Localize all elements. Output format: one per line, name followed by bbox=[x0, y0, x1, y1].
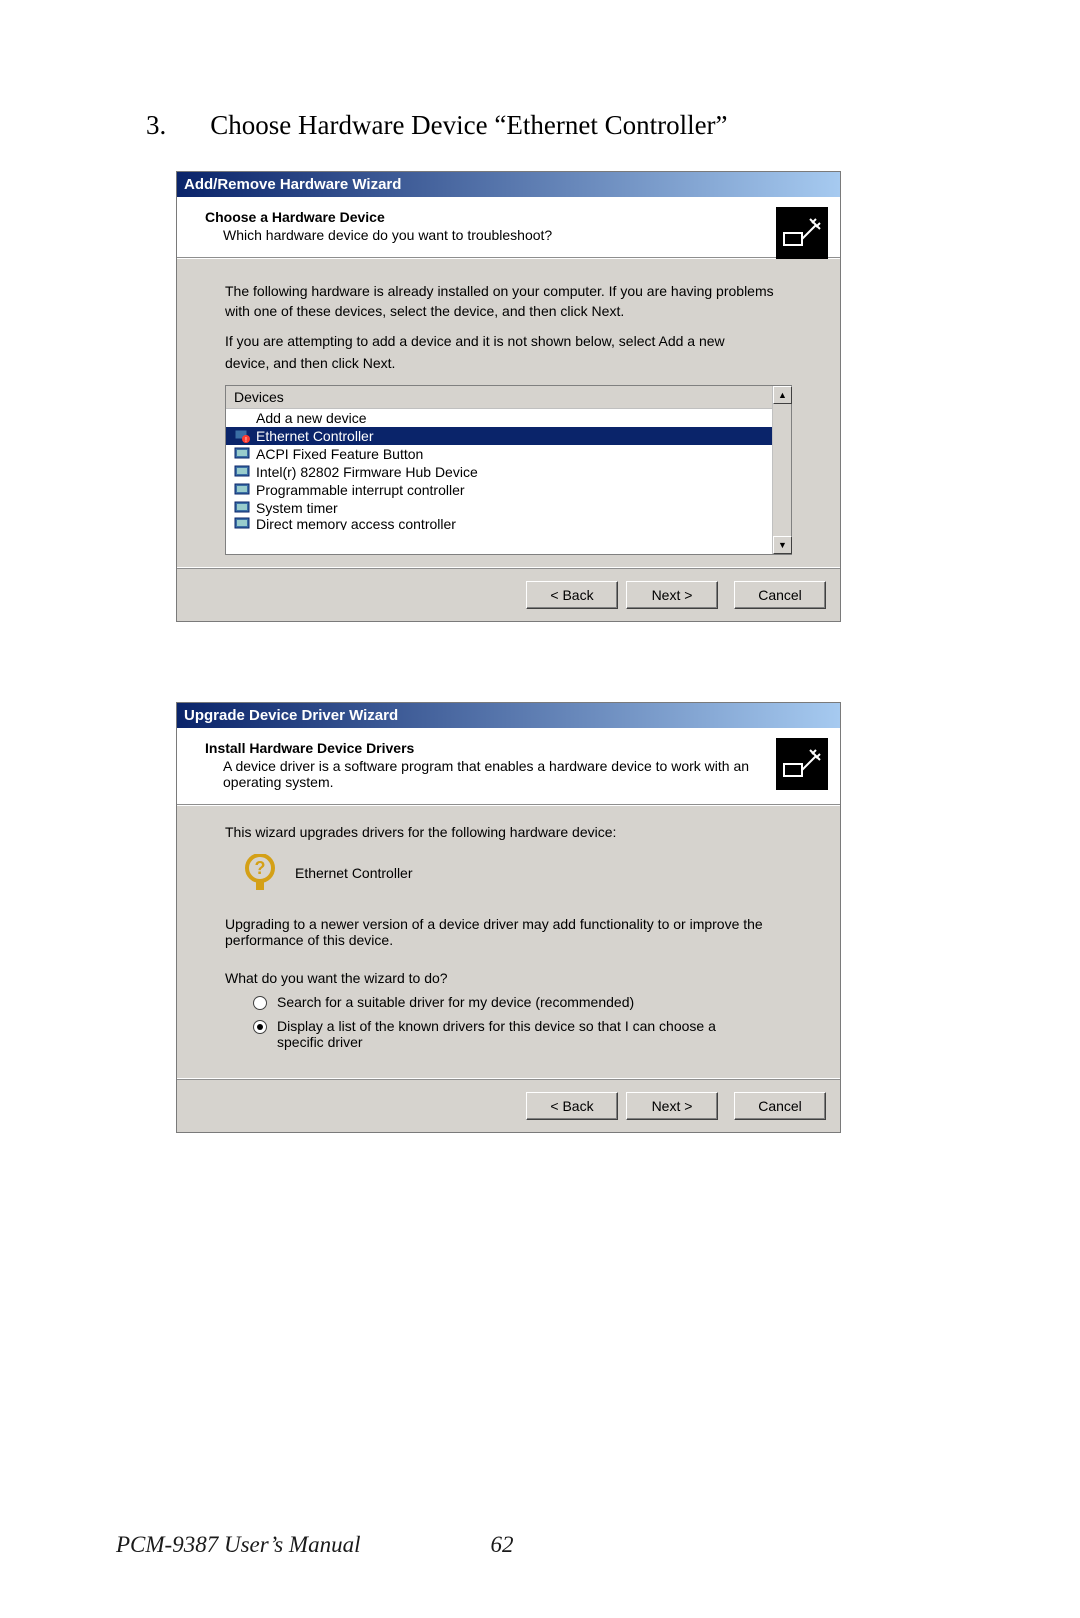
radio-checked-icon bbox=[253, 1020, 267, 1034]
dialog-subheading: Which hardware device do you want to tro… bbox=[223, 227, 756, 243]
list-item-label: ACPI Fixed Feature Button bbox=[256, 446, 423, 462]
title-bar: Upgrade Device Driver Wizard bbox=[177, 703, 840, 728]
list-item-label: Intel(r) 82802 Firmware Hub Device bbox=[256, 464, 478, 480]
list-item-label: Programmable interrupt controller bbox=[256, 482, 465, 498]
body-paragraph-1b: with one of these devices, select the de… bbox=[225, 303, 792, 319]
svg-text:?: ? bbox=[255, 858, 266, 878]
button-row: < Back Next > Cancel bbox=[177, 1079, 840, 1132]
list-item[interactable]: Intel(r) 82802 Firmware Hub Device bbox=[226, 463, 772, 481]
device-name: Ethernet Controller bbox=[295, 865, 413, 881]
title-bar: Add/Remove Hardware Wizard bbox=[177, 172, 840, 197]
list-item[interactable]: ACPI Fixed Feature Button bbox=[226, 445, 772, 463]
add-hardware-wizard-dialog: Add/Remove Hardware Wizard Choose a Hard… bbox=[176, 171, 841, 622]
next-button[interactable]: Next > bbox=[626, 581, 718, 609]
device-icon bbox=[234, 447, 252, 461]
scrollbar[interactable]: ▲ ▼ bbox=[772, 386, 791, 554]
page-footer: PCM-9387 User’s Manual 62 bbox=[116, 1532, 964, 1558]
list-item-label: System timer bbox=[256, 500, 338, 516]
list-item-label: Add a new device bbox=[256, 410, 367, 426]
list-item-label: Direct memory access controller bbox=[256, 517, 456, 530]
button-row: < Back Next > Cancel bbox=[177, 568, 840, 621]
device-icon bbox=[234, 465, 252, 479]
hardware-wizard-icon bbox=[776, 738, 828, 790]
svg-text:!: ! bbox=[245, 437, 247, 443]
device-summary: ? Ethernet Controller bbox=[243, 854, 792, 892]
device-icon bbox=[234, 517, 252, 530]
radio-unchecked-icon bbox=[253, 996, 267, 1010]
unknown-device-icon: ? bbox=[243, 854, 277, 892]
dialog-heading: Install Hardware Device Drivers bbox=[205, 740, 826, 756]
body-paragraph-2b: device, and then click Next. bbox=[225, 355, 792, 371]
device-icon bbox=[234, 483, 252, 497]
device-warn-icon: ! bbox=[234, 429, 252, 443]
back-button[interactable]: < Back bbox=[526, 1092, 618, 1120]
upgrade-driver-wizard-dialog: Upgrade Device Driver Wizard Install Har… bbox=[176, 702, 841, 1133]
dialog-header: Choose a Hardware Device Which hardware … bbox=[177, 197, 840, 258]
dialog-subheading: A device driver is a software program th… bbox=[223, 758, 756, 790]
list-item-add-new[interactable]: Add a new device bbox=[226, 409, 772, 427]
cancel-button[interactable]: Cancel bbox=[734, 581, 826, 609]
body-paragraph-2a: If you are attempting to add a device an… bbox=[225, 333, 792, 349]
list-item[interactable]: Programmable interrupt controller bbox=[226, 481, 772, 499]
list-item[interactable]: System timer bbox=[226, 499, 772, 517]
list-item-label: Ethernet Controller bbox=[256, 428, 374, 444]
option-label: Display a list of the known drivers for … bbox=[277, 1018, 757, 1050]
option-display-list[interactable]: Display a list of the known drivers for … bbox=[253, 1018, 792, 1050]
dialog-body: This wizard upgrades drivers for the fol… bbox=[177, 805, 840, 1078]
option-search-driver[interactable]: Search for a suitable driver for my devi… bbox=[253, 994, 792, 1010]
list-item[interactable]: Direct memory access controller bbox=[226, 517, 772, 530]
manual-title: PCM-9387 User’s Manual bbox=[116, 1532, 360, 1558]
body-paragraph-1a: The following hardware is already instal… bbox=[225, 283, 792, 299]
driver-action-group: Search for a suitable driver for my devi… bbox=[225, 994, 792, 1050]
dialog-heading: Choose a Hardware Device bbox=[205, 209, 826, 225]
step-number: 3. bbox=[146, 110, 166, 141]
device-icon bbox=[234, 501, 252, 515]
next-button[interactable]: Next > bbox=[626, 1092, 718, 1120]
back-button[interactable]: < Back bbox=[526, 581, 618, 609]
scroll-down-button[interactable]: ▼ bbox=[773, 536, 792, 554]
dialog-header: Install Hardware Device Drivers A device… bbox=[177, 728, 840, 805]
option-label: Search for a suitable driver for my devi… bbox=[277, 994, 634, 1010]
wizard-question: What do you want the wizard to do? bbox=[225, 970, 792, 986]
scroll-up-button[interactable]: ▲ bbox=[773, 386, 792, 404]
hardware-wizard-icon bbox=[776, 207, 828, 259]
devices-listbox[interactable]: Devices Add a new device ! Ethernet Cont… bbox=[225, 385, 792, 555]
page-number: 62 bbox=[490, 1532, 513, 1558]
cancel-button[interactable]: Cancel bbox=[734, 1092, 826, 1120]
intro-line: This wizard upgrades drivers for the fol… bbox=[225, 824, 792, 840]
list-item-ethernet[interactable]: ! Ethernet Controller bbox=[226, 427, 772, 445]
list-header: Devices bbox=[226, 386, 772, 409]
step-text: Choose Hardware Device “Ethernet Control… bbox=[210, 110, 727, 141]
dialog-body: The following hardware is already instal… bbox=[177, 258, 840, 567]
step-instruction: 3. Choose Hardware Device “Ethernet Cont… bbox=[96, 110, 984, 141]
upgrade-note: Upgrading to a newer version of a device… bbox=[225, 916, 792, 948]
